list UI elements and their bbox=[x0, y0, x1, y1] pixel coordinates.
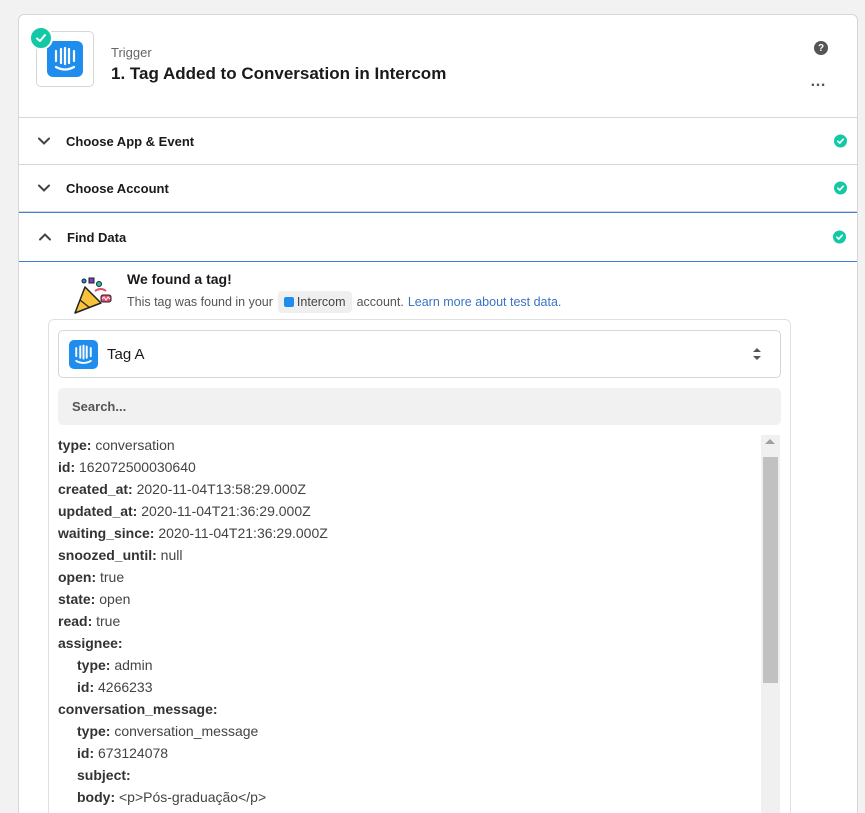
field-key: id: bbox=[58, 459, 76, 475]
app-chip: Intercom bbox=[277, 291, 352, 313]
section-complete-check-icon bbox=[834, 181, 847, 195]
chevron-down-icon bbox=[38, 137, 50, 145]
field-value: null bbox=[160, 547, 183, 563]
step-title: 1. Tag Added to Conversation in Intercom bbox=[111, 64, 447, 83]
field-value: 2020-11-04T21:36:29.000Z bbox=[141, 503, 311, 519]
field-key: type: bbox=[58, 437, 92, 453]
test-data-panel: Tag A type: conversationid: 162072500030… bbox=[48, 319, 791, 813]
field-key: state: bbox=[58, 591, 96, 607]
field-row: waiting_since: 2020-11-04T21:36:29.000Z bbox=[58, 522, 758, 544]
step-type-label: Trigger bbox=[111, 45, 152, 60]
field-row: conversation_message: bbox=[58, 698, 758, 720]
field-row: id: 4266233 bbox=[58, 676, 758, 698]
field-value: conversation bbox=[95, 437, 175, 453]
field-row: id: 673124078 bbox=[58, 742, 758, 764]
app-chip-label: Intercom bbox=[296, 295, 346, 309]
field-key: subject: bbox=[77, 767, 131, 783]
found-title: We found a tag! bbox=[127, 271, 232, 287]
found-text-before: This tag was found in your bbox=[127, 295, 273, 309]
field-key: assignee: bbox=[58, 635, 123, 651]
search-input[interactable] bbox=[58, 388, 781, 425]
field-row: id: 162072500030640 bbox=[58, 456, 758, 478]
field-value: true bbox=[96, 613, 121, 629]
learn-more-link[interactable]: Learn more about test data. bbox=[408, 295, 562, 309]
field-key: read: bbox=[58, 613, 93, 629]
field-key: type: bbox=[77, 723, 111, 739]
field-value: conversation_message bbox=[114, 723, 259, 739]
field-value: 162072500030640 bbox=[79, 459, 196, 475]
section-label: Choose App & Event bbox=[66, 133, 195, 149]
found-text-after: account. bbox=[356, 295, 404, 309]
section-find-data[interactable]: Find Data bbox=[19, 212, 857, 262]
selected-record: Tag A bbox=[107, 345, 145, 363]
help-icon[interactable]: ? bbox=[814, 41, 828, 55]
section-choose-app-event[interactable]: Choose App & Event bbox=[19, 118, 857, 165]
intercom-mini-icon bbox=[283, 297, 294, 307]
more-options-icon[interactable]: … bbox=[810, 73, 827, 91]
scroll-thumb[interactable] bbox=[763, 457, 778, 683]
field-value: open bbox=[99, 591, 131, 607]
section-label: Choose Account bbox=[66, 180, 169, 196]
scrollbar[interactable] bbox=[761, 435, 780, 813]
field-row: open: true bbox=[58, 566, 758, 588]
field-row: state: open bbox=[58, 588, 758, 610]
found-description: This tag was found in your Intercom acco… bbox=[127, 291, 561, 313]
section-complete-check-icon bbox=[834, 134, 847, 148]
field-key: conversation_message: bbox=[58, 701, 218, 717]
party-popper-icon bbox=[74, 277, 112, 314]
step-complete-check-icon bbox=[29, 26, 53, 50]
field-value: <p>Pós-graduação</p> bbox=[119, 789, 267, 805]
field-row: read: true bbox=[58, 610, 758, 632]
select-arrows-icon bbox=[753, 348, 761, 360]
field-value: 2020-11-04T13:58:29.000Z bbox=[136, 481, 307, 497]
record-selector[interactable]: Tag A bbox=[58, 330, 781, 378]
field-value: 2020-11-04T21:36:29.000Z bbox=[158, 525, 328, 541]
intercom-logo-icon bbox=[69, 340, 98, 369]
field-row: type: conversation bbox=[58, 434, 758, 456]
intercom-logo-icon bbox=[47, 41, 83, 77]
field-key: created_at: bbox=[58, 481, 133, 497]
step-header: Trigger 1. Tag Added to Conversation in … bbox=[19, 15, 857, 118]
field-value: true bbox=[100, 569, 125, 585]
section-choose-account[interactable]: Choose Account bbox=[19, 165, 857, 212]
field-key: waiting_since: bbox=[58, 525, 155, 541]
field-row: snoozed_until: null bbox=[58, 544, 758, 566]
field-row: assignee: bbox=[58, 632, 758, 654]
section-complete-check-icon bbox=[833, 230, 846, 244]
chevron-down-icon bbox=[38, 184, 50, 192]
field-row: created_at: 2020-11-04T13:58:29.000Z bbox=[58, 478, 758, 500]
field-row: subject: bbox=[58, 764, 758, 786]
field-key: id: bbox=[77, 745, 95, 761]
field-value: admin bbox=[114, 657, 153, 673]
field-row: updated_at: 2020-11-04T21:36:29.000Z bbox=[58, 500, 758, 522]
field-row: body: <p>Pós-graduação</p> bbox=[58, 786, 758, 808]
field-list: type: conversation id: 162072500030640 cre… bbox=[58, 434, 758, 813]
field-key: updated_at: bbox=[58, 503, 138, 519]
field-key: id: bbox=[77, 679, 95, 695]
field-key: open: bbox=[58, 569, 97, 585]
scroll-up-icon[interactable] bbox=[765, 439, 775, 444]
field-row: type: conversation_message bbox=[58, 720, 758, 742]
field-key: body: bbox=[77, 789, 116, 805]
field-value: 4266233 bbox=[98, 679, 153, 695]
field-value: 673124078 bbox=[98, 745, 169, 761]
section-label: Find Data bbox=[67, 229, 127, 245]
chevron-up-icon bbox=[39, 233, 51, 241]
field-row: type: admin bbox=[58, 654, 758, 676]
field-key: snoozed_until: bbox=[58, 547, 157, 563]
field-key: type: bbox=[77, 657, 111, 673]
